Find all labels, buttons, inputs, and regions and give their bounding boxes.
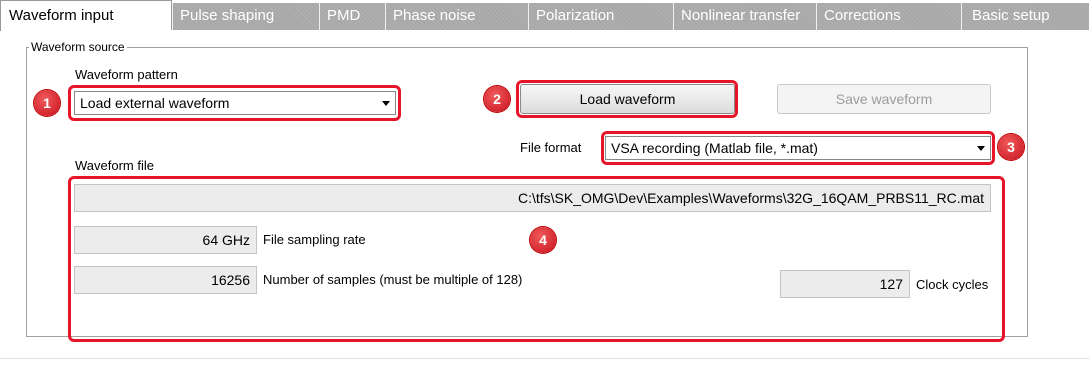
file-format-value: VSA recording (Matlab file, *.mat) (611, 140, 818, 156)
number-of-samples-label: Number of samples (must be multiple of 1… (263, 272, 523, 287)
save-waveform-button[interactable]: Save waveform (777, 84, 991, 114)
waveform-file-path: C:\tfs\SK_OMG\Dev\Examples\Waveforms\32G… (74, 184, 991, 212)
file-format-select[interactable]: VSA recording (Matlab file, *.mat) (605, 136, 991, 160)
chevron-down-icon (977, 146, 985, 151)
load-waveform-button[interactable]: Load waveform (520, 84, 735, 114)
tab-polarization[interactable]: Polarization (528, 3, 673, 30)
waveform-pattern-select[interactable]: Load external waveform (74, 91, 396, 115)
file-format-label: File format (520, 140, 582, 155)
waveform-pattern-value: Load external waveform (80, 95, 230, 111)
tab-bar: Waveform input Pulse shaping PMD Phase n… (0, 0, 1089, 31)
tab-phase-noise[interactable]: Phase noise (385, 3, 528, 30)
tab-nonlinear-transfer[interactable]: Nonlinear transfer (673, 3, 816, 30)
clock-cycles-value: 127 (780, 270, 910, 298)
waveform-pattern-label: Waveform pattern (75, 67, 178, 82)
group-title: Waveform source (31, 40, 125, 54)
clock-cycles-label: Clock cycles (916, 277, 989, 292)
waveform-file-label: Waveform file (75, 158, 154, 173)
tab-waveform-input[interactable]: Waveform input (0, 0, 172, 31)
number-of-samples-value: 16256 (74, 266, 257, 294)
annotation-badge-1: 1 (34, 90, 60, 116)
tab-corrections[interactable]: Corrections (816, 3, 961, 30)
chevron-down-icon (382, 101, 390, 106)
divider (0, 358, 1089, 359)
file-sampling-rate-value: 64 GHz (74, 226, 257, 254)
tab-pmd[interactable]: PMD (319, 3, 385, 30)
annotation-badge-4: 4 (530, 227, 556, 253)
annotation-badge-2: 2 (484, 86, 510, 112)
file-sampling-rate-label: File sampling rate (263, 232, 366, 247)
tab-basic-setup[interactable]: Basic setup (961, 3, 1089, 30)
tab-pulse-shaping[interactable]: Pulse shaping (172, 3, 319, 30)
annotation-badge-3: 3 (998, 134, 1024, 160)
